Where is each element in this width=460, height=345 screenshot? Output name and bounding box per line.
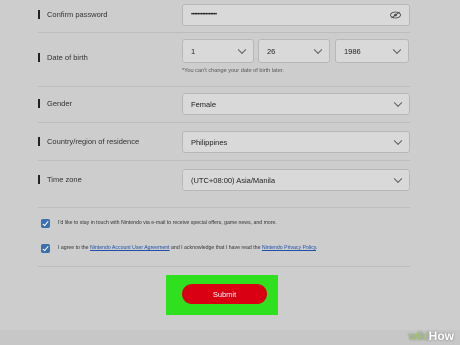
country-select[interactable]: Philippines <box>182 131 410 153</box>
agreement-middle: and I acknowledge that I have read the <box>169 245 262 251</box>
label-marker <box>38 175 40 184</box>
wikihow-watermark: wikiHow <box>409 329 454 343</box>
registration-form: Confirm password •••••••••••••••• Date o… <box>0 0 460 345</box>
watermark-how: How <box>428 329 454 343</box>
label-marker <box>38 53 40 62</box>
time-zone-select[interactable]: (UTC+08:00) Asia/Manila <box>182 169 410 191</box>
gender-value: Female <box>191 99 217 109</box>
eye-icon[interactable] <box>390 11 401 19</box>
footer-strip <box>0 330 460 345</box>
birth-year-select[interactable]: 1986 <box>335 39 409 63</box>
agreement-text: I agree to the Nintendo Account User Agr… <box>58 245 317 251</box>
chevron-down-icon <box>393 174 403 184</box>
confirm-password-field[interactable]: •••••••••••••••• <box>182 4 410 26</box>
birth-day-select[interactable]: 26 <box>258 39 330 63</box>
watermark-wiki: wiki <box>408 329 429 343</box>
submit-button-label: Submit <box>212 289 237 299</box>
label-marker <box>38 10 40 19</box>
divider <box>38 86 410 87</box>
birth-month-select[interactable]: 1 <box>182 39 254 63</box>
confirm-password-value: •••••••••••••••• <box>191 12 217 18</box>
country-label: Country/region of residence <box>38 137 139 146</box>
chevron-down-icon <box>392 45 402 55</box>
date-of-birth-label-text: Date of birth <box>47 53 88 62</box>
gender-label-text: Gender <box>47 99 73 108</box>
chevron-down-icon <box>237 45 247 55</box>
divider <box>38 266 410 267</box>
time-zone-label-text: Time zone <box>47 175 82 184</box>
date-of-birth-label: Date of birth <box>38 53 88 62</box>
newsletter-checkbox[interactable] <box>41 219 50 228</box>
chevron-down-icon <box>393 136 403 146</box>
privacy-policy-link[interactable]: Nintendo Privacy Policy <box>262 245 316 251</box>
confirm-password-label: Confirm password <box>38 10 107 19</box>
gender-label: Gender <box>38 99 72 108</box>
newsletter-text: I'd like to stay in touch with Nintendo … <box>58 220 277 226</box>
divider <box>38 122 410 123</box>
label-marker <box>38 137 40 146</box>
submit-button[interactable]: Submit <box>182 284 267 304</box>
date-of-birth-hint: *You can't change your date of birth lat… <box>182 68 284 74</box>
divider <box>38 207 410 208</box>
time-zone-value: (UTC+08:00) Asia/Manila <box>191 175 275 185</box>
agreement-prefix: I agree to the <box>58 245 91 251</box>
divider <box>38 160 410 161</box>
country-value: Philippines <box>191 137 228 147</box>
chevron-down-icon <box>393 98 403 108</box>
birth-year-value: 1986 <box>344 46 361 56</box>
label-marker <box>38 99 40 108</box>
time-zone-label: Time zone <box>38 175 82 184</box>
country-label-text: Country/region of residence <box>47 137 140 146</box>
user-agreement-link[interactable]: Nintendo Account User Agreement <box>90 245 170 251</box>
chevron-down-icon <box>313 45 323 55</box>
gender-select[interactable]: Female <box>182 93 410 115</box>
birth-month-value: 1 <box>191 46 196 56</box>
birth-day-value: 26 <box>267 46 276 56</box>
agreement-checkbox[interactable] <box>41 244 50 253</box>
agreement-suffix: . <box>316 245 318 251</box>
divider <box>38 32 410 33</box>
confirm-password-label-text: Confirm password <box>47 10 108 19</box>
